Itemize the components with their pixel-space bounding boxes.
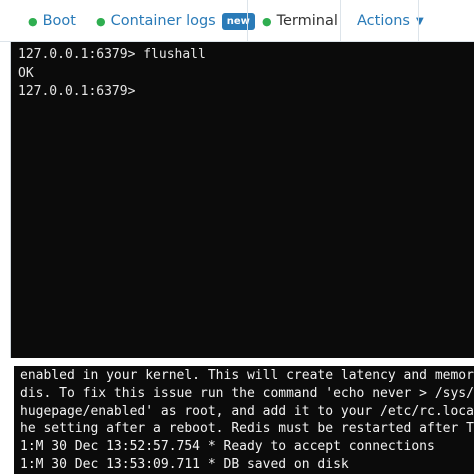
tab-terminal[interactable]: ● Terminal (248, 0, 352, 44)
status-dot-icon: ● (262, 14, 272, 28)
actions-menu-button[interactable]: Actions ▼ (357, 0, 424, 42)
tab-boot[interactable]: ● Boot (28, 0, 76, 42)
tab-separator (340, 0, 341, 42)
tab-bar: ● Boot ● Container logs new ● Terminal A… (0, 0, 474, 44)
tab-terminal-label: Terminal (276, 13, 338, 29)
log-line: enabled in your kernel. This will create… (20, 368, 474, 383)
log-line: he setting after a reboot. Redis must be… (20, 421, 474, 437)
tab-container-logs[interactable]: ● Container logs new (96, 0, 255, 42)
container-logs-panel[interactable]: enabled in your kernel. This will create… (14, 366, 474, 474)
terminal-console[interactable]: 127.0.0.1:6379> flushall OK 127.0.0.1:63… (10, 42, 474, 358)
tab-separator (247, 0, 248, 42)
status-dot-icon: ● (96, 14, 106, 28)
tab-container-logs-label: Container logs (110, 13, 216, 29)
terminal-line: OK (18, 65, 34, 81)
tab-boot-label: Boot (42, 13, 76, 29)
tab-separator (418, 0, 419, 42)
status-dot-icon: ● (28, 14, 38, 28)
log-line: 1:M 30 Dec 13:52:57.754 * Ready to accep… (20, 439, 435, 455)
log-line: 1:M 30 Dec 13:53:09.711 * DB saved on di… (20, 456, 349, 472)
actions-menu-label: Actions (357, 13, 410, 29)
panel-gap (0, 358, 474, 366)
new-badge: new (221, 12, 255, 30)
terminal-prompt-line: 127.0.0.1:6379> (18, 84, 136, 99)
log-line: hugepage/enabled' as root, and add it to… (20, 403, 474, 419)
terminal-line: 127.0.0.1:6379> flushall (18, 47, 206, 62)
log-line: dis. To fix this issue run the command '… (20, 385, 474, 401)
